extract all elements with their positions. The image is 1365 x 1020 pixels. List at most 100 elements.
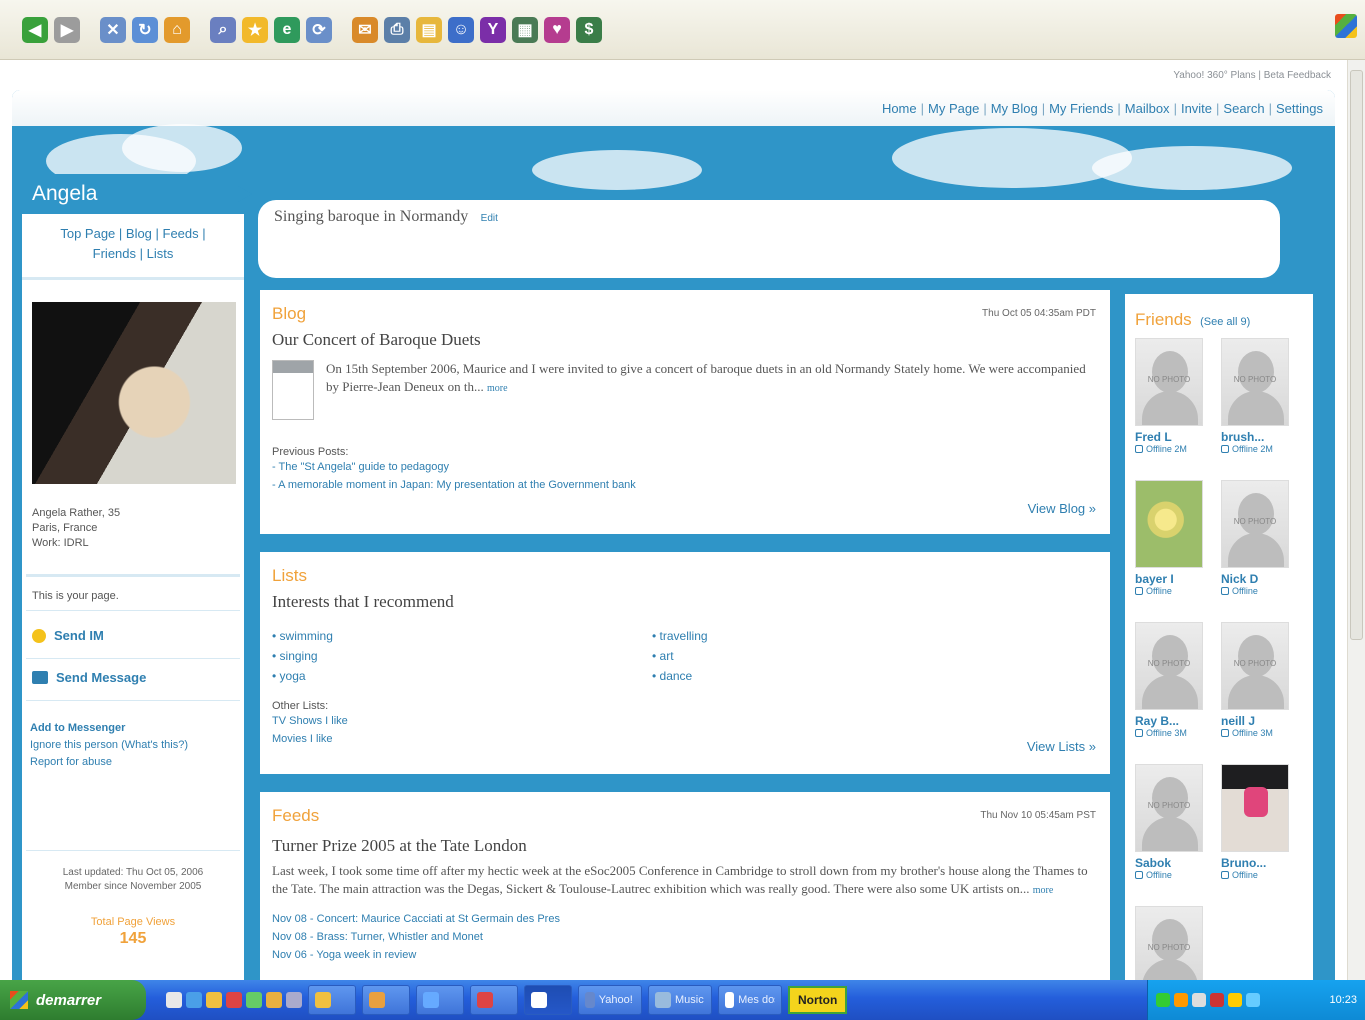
- home-icon[interactable]: ⌂: [164, 16, 190, 43]
- friend-photo[interactable]: [1221, 764, 1289, 852]
- post-thumbnail[interactable]: [272, 360, 314, 420]
- ignore-link[interactable]: Ignore this person (What's this?): [30, 737, 188, 754]
- friend-photo[interactable]: NO PHOTO: [1135, 338, 1203, 426]
- interest-item[interactable]: • dance: [652, 666, 1032, 686]
- scrollbar-thumb[interactable]: [1350, 70, 1363, 640]
- print-icon[interactable]: ⎙: [384, 16, 410, 43]
- friend-photo[interactable]: NO PHOTO: [1221, 338, 1289, 426]
- friend-card[interactable]: NO PHOTO: [1135, 906, 1219, 980]
- top-links[interactable]: Yahoo! 360° Plans | Beta Feedback: [1173, 70, 1331, 81]
- extra-icon[interactable]: $: [576, 16, 602, 43]
- taskbar-button[interactable]: [308, 985, 356, 1015]
- view-lists-link[interactable]: View Lists »: [1027, 739, 1096, 754]
- feed-post-title[interactable]: Turner Prize 2005 at the Tate London: [272, 836, 1098, 856]
- history-icon[interactable]: ⟳: [306, 16, 332, 43]
- friend-name[interactable]: Ray B...: [1135, 714, 1219, 728]
- quick-launch-icon[interactable]: [286, 992, 302, 1008]
- tray-icon[interactable]: [1192, 993, 1206, 1007]
- tray-icon[interactable]: [1228, 993, 1242, 1007]
- friend-card[interactable]: bayer I Offline: [1135, 480, 1219, 622]
- friends-heading[interactable]: Friends: [1135, 310, 1192, 329]
- friend-name[interactable]: Sabok: [1135, 856, 1219, 870]
- other-list-link[interactable]: Movies I like: [272, 730, 1098, 748]
- nav-item-mailbox[interactable]: Mailbox: [1125, 101, 1170, 116]
- friend-photo[interactable]: NO PHOTO: [1221, 622, 1289, 710]
- media-icon[interactable]: e: [274, 16, 300, 43]
- feed-item-link[interactable]: Nov 06 - Yoga week in review: [272, 946, 1098, 964]
- nav-item-my-friends[interactable]: My Friends: [1049, 101, 1113, 116]
- blog-heading[interactable]: Blog: [272, 304, 1098, 324]
- nav-item-invite[interactable]: Invite: [1181, 101, 1212, 116]
- search-icon[interactable]: ⌕: [210, 16, 236, 43]
- add-messenger-link[interactable]: Add to Messenger: [30, 720, 188, 737]
- nav-item-my-blog[interactable]: My Blog: [991, 101, 1038, 116]
- feeds-heading[interactable]: Feeds: [272, 806, 1098, 826]
- friend-card[interactable]: NO PHOTO Ray B... Offline 3M: [1135, 622, 1219, 764]
- tray-icon[interactable]: [1156, 993, 1170, 1007]
- other-list-link[interactable]: TV Shows I like: [272, 712, 1098, 730]
- lists-heading[interactable]: Lists: [272, 566, 1098, 586]
- taskbar-button[interactable]: [470, 985, 518, 1015]
- friend-card[interactable]: NO PHOTO brush... Offline 2M: [1221, 338, 1305, 480]
- taskbar-button[interactable]: Music: [648, 985, 712, 1015]
- friend-photo[interactable]: NO PHOTO: [1135, 764, 1203, 852]
- friend-photo[interactable]: [1135, 480, 1203, 568]
- tray-icon[interactable]: [1246, 993, 1260, 1007]
- quick-launch-icon[interactable]: [166, 992, 182, 1008]
- nav-item-search[interactable]: Search: [1223, 101, 1264, 116]
- quick-launch-icon[interactable]: [206, 992, 222, 1008]
- tray-icon[interactable]: [1174, 993, 1188, 1007]
- avatar[interactable]: [32, 302, 236, 484]
- feed-more-link[interactable]: more: [1033, 885, 1054, 896]
- blog-more-link[interactable]: more: [487, 383, 508, 394]
- nav-item-settings[interactable]: Settings: [1276, 101, 1323, 116]
- quick-launch-icon[interactable]: [186, 992, 202, 1008]
- norton-button[interactable]: Norton: [788, 986, 848, 1014]
- taskbar-button[interactable]: Mes dossiers: [718, 985, 782, 1015]
- forward-icon[interactable]: ▶: [54, 16, 80, 43]
- taskbar-button[interactable]: Yahoo! 360°: [578, 985, 642, 1015]
- taskbar-button[interactable]: [524, 985, 572, 1015]
- quick-launch-icon[interactable]: [226, 992, 242, 1008]
- friend-photo[interactable]: NO PHOTO: [1221, 480, 1289, 568]
- start-button[interactable]: demarrer: [0, 980, 146, 1020]
- quick-launch-icon[interactable]: [266, 992, 282, 1008]
- previous-post-link[interactable]: - A memorable moment in Japan: My presen…: [272, 476, 1098, 494]
- back-icon[interactable]: ◀: [22, 16, 48, 43]
- send-message-button[interactable]: Send Message: [32, 670, 146, 685]
- owner-links-line2[interactable]: Friends | Lists: [36, 244, 230, 264]
- taskbar-button[interactable]: [416, 985, 464, 1015]
- friend-card[interactable]: NO PHOTO Sabok Offline: [1135, 764, 1219, 906]
- favorites-icon[interactable]: ★: [242, 16, 268, 43]
- stop-icon[interactable]: ✕: [100, 16, 126, 43]
- interest-item[interactable]: • travelling: [652, 626, 1032, 646]
- interest-item[interactable]: • yoga: [272, 666, 652, 686]
- friend-name[interactable]: bayer I: [1135, 572, 1219, 586]
- friend-photo[interactable]: NO PHOTO: [1135, 622, 1203, 710]
- mail-icon[interactable]: ✉: [352, 16, 378, 43]
- friend-card[interactable]: NO PHOTO Fred L Offline 2M: [1135, 338, 1219, 480]
- friends-see-all-link[interactable]: (See all 9): [1200, 316, 1250, 328]
- blog-post-title[interactable]: Our Concert of Baroque Duets: [272, 330, 1098, 350]
- feed-item-link[interactable]: Nov 08 - Brass: Turner, Whistler and Mon…: [272, 928, 1098, 946]
- status-edit-link[interactable]: Edit: [481, 213, 498, 224]
- friend-card[interactable]: NO PHOTO neill J Offline 3M: [1221, 622, 1305, 764]
- interest-item[interactable]: • swimming: [272, 626, 652, 646]
- refresh-icon[interactable]: ↻: [132, 16, 158, 43]
- nav-item-home[interactable]: Home: [882, 101, 917, 116]
- yahoo-icon[interactable]: Y: [480, 16, 506, 43]
- friend-card[interactable]: NO PHOTO Nick D Offline: [1221, 480, 1305, 622]
- tools-icon[interactable]: ▦: [512, 16, 538, 43]
- quick-launch-icon[interactable]: [246, 992, 262, 1008]
- send-im-button[interactable]: Send IM: [32, 628, 104, 643]
- view-blog-link[interactable]: View Blog »: [1028, 501, 1096, 516]
- friend-name[interactable]: Fred L: [1135, 430, 1219, 444]
- folder-icon[interactable]: ▤: [416, 16, 442, 43]
- interest-item[interactable]: • art: [652, 646, 1032, 666]
- tray-icon[interactable]: [1210, 993, 1224, 1007]
- friend-name[interactable]: brush...: [1221, 430, 1305, 444]
- page-scrollbar[interactable]: [1347, 60, 1365, 980]
- messenger-icon[interactable]: ☺: [448, 16, 474, 43]
- report-link[interactable]: Report for abuse: [30, 754, 188, 771]
- friend-photo[interactable]: NO PHOTO: [1135, 906, 1203, 980]
